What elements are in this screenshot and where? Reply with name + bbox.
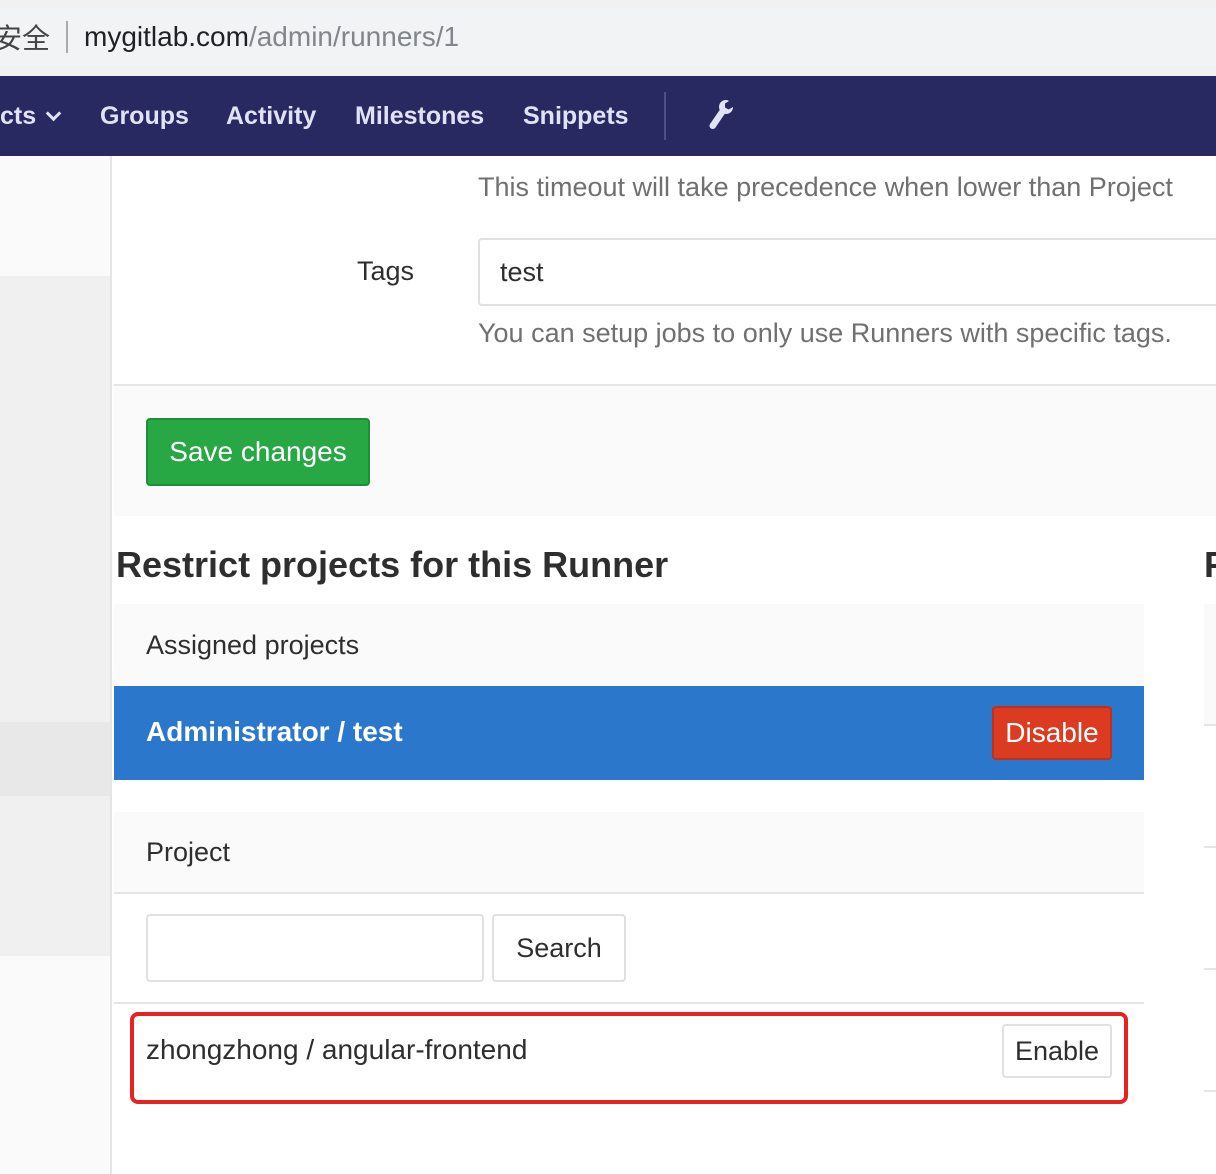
tags-help-text: You can setup jobs to only use Runners w… bbox=[478, 318, 1172, 348]
nav-groups[interactable]: Groups bbox=[100, 102, 189, 131]
browser-address-bar: 安全 mygitlab.com/admin/runners/1 bbox=[0, 0, 1216, 76]
page: 安全 mygitlab.com/admin/runners/1 cts Grou… bbox=[0, 0, 1216, 1174]
nav-projects-label: cts bbox=[0, 102, 37, 130]
timeout-help-text: This timeout will take precedence when l… bbox=[478, 172, 1173, 202]
highlight-annotation bbox=[130, 1012, 1128, 1104]
assigned-project-link[interactable]: Administrator / test bbox=[146, 716, 403, 748]
search-button[interactable]: Search bbox=[492, 914, 626, 982]
nav-divider bbox=[664, 92, 666, 140]
url-field[interactable]: 安全 mygitlab.com/admin/runners/1 bbox=[0, 8, 1216, 66]
url-path: /admin/runners/1 bbox=[248, 21, 460, 52]
tags-label: Tags bbox=[357, 256, 415, 286]
assigned-project-row: Administrator / test Disable bbox=[114, 686, 1144, 780]
project-search-input[interactable] bbox=[146, 914, 484, 982]
disable-button[interactable]: Disable bbox=[992, 706, 1112, 760]
security-label: 安全 bbox=[0, 23, 51, 54]
project-header: Project bbox=[114, 812, 1144, 894]
tags-input[interactable] bbox=[478, 238, 1216, 306]
url-host: mygitlab.com bbox=[84, 21, 249, 52]
sidebar-active-item[interactable] bbox=[0, 722, 110, 796]
nav-activity[interactable]: Activity bbox=[226, 102, 316, 131]
chevron-down-icon bbox=[45, 105, 62, 122]
nav-snippets[interactable]: Snippets bbox=[523, 102, 629, 131]
nav-milestones[interactable]: Milestones bbox=[355, 102, 484, 131]
restrict-projects-title: Restrict projects for this Runner bbox=[116, 544, 669, 585]
address-divider bbox=[66, 21, 69, 53]
right-column-panel bbox=[1204, 604, 1216, 726]
sidebar-section bbox=[0, 156, 110, 276]
sidebar-section bbox=[0, 276, 110, 722]
sidebar-section bbox=[0, 796, 110, 956]
sidebar bbox=[0, 156, 112, 1174]
save-changes-button[interactable]: Save changes bbox=[146, 418, 370, 486]
url-text[interactable]: mygitlab.com/admin/runners/1 bbox=[84, 21, 459, 53]
right-column-title: P bbox=[1204, 544, 1216, 586]
nav-projects-dropdown[interactable]: cts bbox=[0, 102, 62, 131]
assigned-projects-header: Assigned projects bbox=[114, 604, 1144, 686]
wrench-icon[interactable] bbox=[704, 98, 736, 134]
